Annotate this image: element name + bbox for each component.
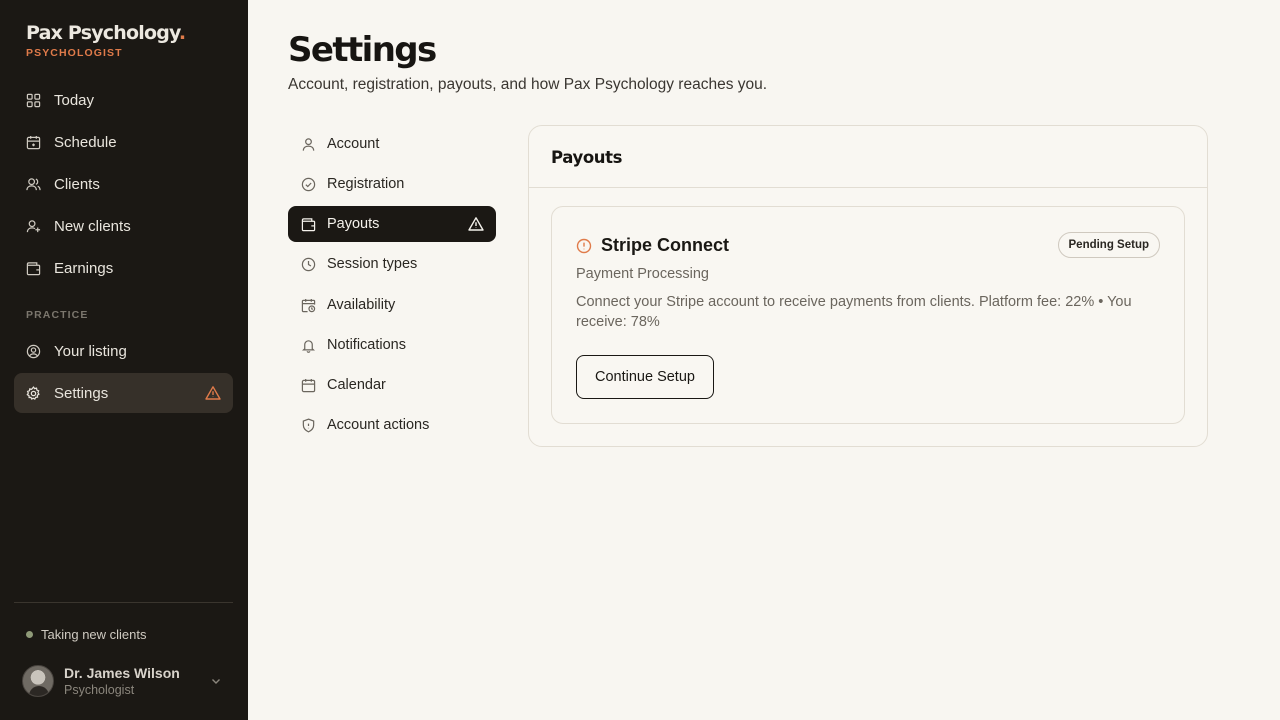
bell-icon <box>301 338 316 353</box>
calendar-icon <box>301 378 316 393</box>
subnav-item-label: Registration <box>327 176 405 192</box>
sidebar-item-label: Earnings <box>54 259 114 277</box>
brand-role: PSYCHOLOGIST <box>26 47 123 59</box>
sidebar-item-clients[interactable]: Clients <box>14 164 233 204</box>
subnav-item-notifications[interactable]: Notifications <box>288 327 496 363</box>
calendar-clock-icon <box>301 298 316 313</box>
user-plus-icon <box>26 219 41 234</box>
shield-icon <box>301 417 316 433</box>
sidebar-item-settings[interactable]: Settings <box>14 373 233 413</box>
availability-status[interactable]: Taking new clients <box>26 627 147 642</box>
section-label-practice: PRACTICE <box>26 309 89 321</box>
warning-icon <box>468 216 484 232</box>
profile-role: Psychologist <box>64 683 135 697</box>
continue-setup-button[interactable]: Continue Setup <box>576 355 714 399</box>
avatar <box>22 665 54 697</box>
subnav-item-label: Calendar <box>327 377 386 393</box>
subnav-item-session-types[interactable]: Session types <box>288 246 496 282</box>
users-icon <box>26 177 41 192</box>
profile-menu[interactable]: Dr. James Wilson Psychologist <box>22 664 233 698</box>
sidebar-item-label: Clients <box>54 175 100 193</box>
page-subtitle: Account, registration, payouts, and how … <box>288 76 768 93</box>
card-description: Connect your Stripe account to receive p… <box>576 294 1132 330</box>
user-circle-icon <box>26 344 41 359</box>
status-dot-icon <box>26 631 33 638</box>
warning-icon <box>205 385 221 401</box>
subnav-item-label: Account actions <box>327 417 430 433</box>
calendar-icon <box>26 135 41 150</box>
subnav-item-payouts[interactable]: Payouts <box>288 206 496 242</box>
sidebar-item-schedule[interactable]: Schedule <box>14 122 233 162</box>
sidebar-item-your-listing[interactable]: Your listing <box>14 331 233 371</box>
sidebar-divider <box>14 602 233 603</box>
alert-circle-icon <box>576 238 592 254</box>
profile-name: Dr. James Wilson <box>64 665 180 681</box>
sidebar-item-label: New clients <box>54 217 131 235</box>
sidebar: Pax Psychology. PSYCHOLOGIST Today Sched… <box>0 0 248 720</box>
chevron-down-icon <box>209 674 223 688</box>
sidebar-item-new-clients[interactable]: New clients <box>14 206 233 246</box>
subnav-item-account-actions[interactable]: Account actions <box>288 407 496 443</box>
brand-logo[interactable]: Pax Psychology. PSYCHOLOGIST <box>26 22 186 59</box>
subnav-item-calendar[interactable]: Calendar <box>288 367 496 403</box>
sidebar-item-earnings[interactable]: Earnings <box>14 248 233 288</box>
sidebar-item-label: Today <box>54 91 95 109</box>
wallet-icon <box>26 261 41 276</box>
brand-name: Pax Psychology. <box>26 22 186 44</box>
sidebar-item-label: Schedule <box>54 133 117 151</box>
card-subtitle: Payment Processing <box>576 266 709 282</box>
wallet-icon <box>301 217 316 232</box>
clock-icon <box>301 257 316 272</box>
subnav-item-account[interactable]: Account <box>288 126 496 162</box>
sidebar-item-label: Settings <box>54 384 109 402</box>
subnav-item-label: Session types <box>327 256 418 272</box>
status-badge: Pending Setup <box>1057 232 1160 258</box>
panel-header: Payouts <box>529 126 1207 188</box>
card-title: Stripe Connect <box>601 235 730 255</box>
gear-icon <box>26 385 41 401</box>
subnav-item-label: Payouts <box>327 216 380 232</box>
subnav-item-label: Notifications <box>327 337 406 353</box>
subnav-item-availability[interactable]: Availability <box>288 287 496 323</box>
check-circle-icon <box>301 177 316 192</box>
sidebar-item-today[interactable]: Today <box>14 80 233 120</box>
grid-icon <box>26 93 41 108</box>
panel-title: Payouts <box>551 148 623 167</box>
user-icon <box>301 137 316 152</box>
payouts-panel: Payouts Stripe Connect Pending Setup Pay… <box>528 125 1208 447</box>
stripe-connect-card: Stripe Connect Pending Setup Payment Pro… <box>551 206 1185 424</box>
subnav-item-label: Account <box>327 136 380 152</box>
subnav-item-label: Availability <box>327 297 396 313</box>
subnav-item-registration[interactable]: Registration <box>288 166 496 202</box>
sidebar-item-label: Your listing <box>54 342 127 360</box>
status-label: Taking new clients <box>41 627 147 642</box>
page-title: Settings <box>288 30 437 70</box>
